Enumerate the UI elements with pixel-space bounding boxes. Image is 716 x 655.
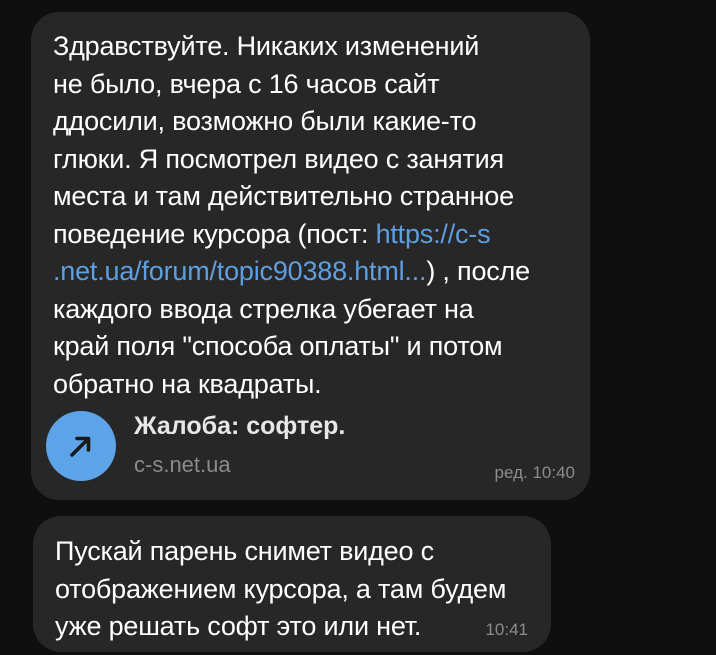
message-bubble-incoming[interactable]: Пускай парень снимет видео с отображение… <box>33 516 551 652</box>
message-timestamp: ред. 10:40 <box>494 463 575 482</box>
link-preview-domain: c-s.net.ua <box>134 452 231 477</box>
link-preview-thumbnail[interactable] <box>46 411 116 481</box>
message-text: Здравствуйте. Никаких изменений не было,… <box>53 28 568 403</box>
link-preview[interactable]: Жалоба: софтер. c-s.net.ua <box>46 410 426 484</box>
message-timestamp: 10:41 <box>485 620 528 639</box>
message-text: Пускай парень снимет видео с отображение… <box>55 536 507 641</box>
link-preview-title: Жалоба: софтер. <box>134 412 346 440</box>
message-text-before-link: Здравствуйте. Никаких изменений не было,… <box>53 31 514 249</box>
message-bubble-incoming[interactable]: Здравствуйте. Никаких изменений не было,… <box>31 12 590 500</box>
arrow-up-right-icon <box>70 436 91 457</box>
